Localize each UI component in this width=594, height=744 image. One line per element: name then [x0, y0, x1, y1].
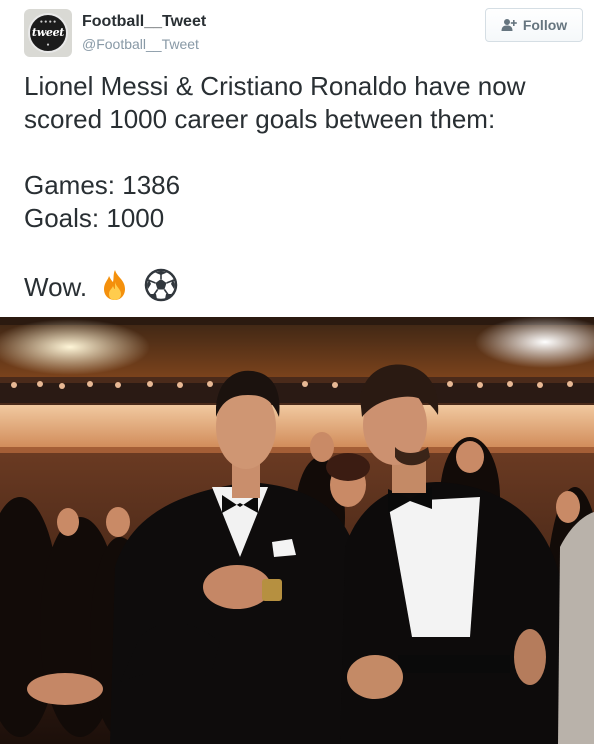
tweet-text-line: Wow. — [24, 272, 88, 302]
tweet-text-line: Lionel Messi & Cristiano Ronaldo have no… — [24, 71, 526, 101]
tweet-text: Lionel Messi & Cristiano Ronaldo have no… — [24, 70, 584, 304]
follow-button[interactable]: Follow — [485, 8, 583, 42]
add-user-icon — [501, 19, 517, 31]
soccer-ball-icon — [144, 268, 177, 302]
photo-illustration — [0, 317, 594, 744]
display-name[interactable]: Football__Tweet — [82, 13, 206, 31]
tweet-text-line: Goals: 1000 — [24, 203, 165, 233]
avatar[interactable]: ● ● ● ● tweet ● — [24, 9, 72, 57]
user-handle[interactable]: @Football__Tweet — [82, 36, 199, 52]
tweet-text-line: Games: 1386 — [24, 170, 181, 200]
avatar-logo: ● ● ● ● tweet ● — [28, 13, 68, 53]
tweet-text-last-line: Wow. — [24, 268, 584, 304]
tweet-header: ● ● ● ● tweet ● Football__Tweet @Footbal… — [0, 0, 594, 60]
fire-icon — [104, 270, 126, 300]
tweet-photo[interactable] — [0, 317, 594, 744]
follow-label: Follow — [522, 17, 568, 33]
tweet-text-line: scored 1000 career goals between them: — [24, 104, 496, 134]
avatar-mark: tweet — [31, 26, 65, 39]
